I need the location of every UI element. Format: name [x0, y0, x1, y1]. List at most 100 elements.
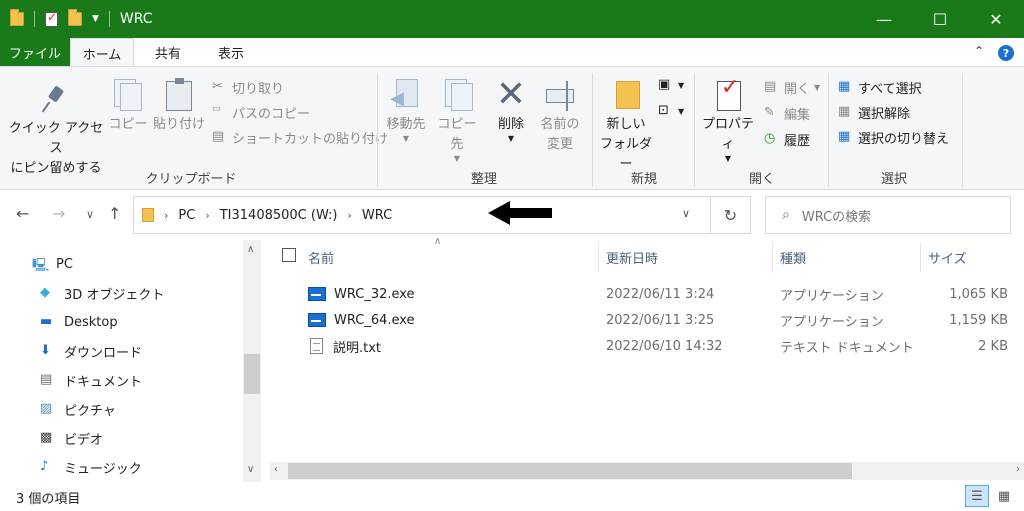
tab-view[interactable]: 表示 — [203, 38, 259, 67]
edit-icon: ✎ — [764, 105, 775, 120]
scroll-down-icon[interactable]: ∨ — [247, 464, 254, 475]
tab-home[interactable]: ホーム — [70, 38, 134, 67]
breadcrumb-pc[interactable]: PC — [178, 208, 195, 223]
column-header-size[interactable]: サイズ — [920, 240, 967, 274]
copy-button[interactable]: コピー — [108, 79, 148, 135]
sidebar-item-label: 3D オブジェクト — [64, 287, 165, 303]
help-icon[interactable]: ? — [998, 45, 1014, 61]
group-divider — [694, 73, 695, 187]
cut-button[interactable]: ✂ 切り取り — [212, 77, 284, 97]
tab-file[interactable]: ファイル — [0, 38, 70, 67]
file-modified: 2022/06/11 3:24 — [606, 286, 715, 302]
file-row[interactable]: 説明.txt 2022/06/10 14:32 テキスト ドキュメント 2 KB — [270, 333, 1024, 359]
divider — [108, 11, 110, 27]
scroll-right-icon[interactable]: › — [1016, 464, 1020, 475]
scroll-left-icon[interactable]: ‹ — [274, 464, 278, 475]
open-button[interactable]: ▤ 開く ▼ — [764, 77, 820, 97]
file-list-horizontal-scrollbar[interactable]: ‹ › — [270, 462, 1024, 480]
breadcrumb-wrc[interactable]: WRC — [362, 208, 392, 223]
file-row[interactable]: WRC_32.exe 2022/06/11 3:24 アプリケーション 1,06… — [270, 281, 1024, 307]
pin-label-line1: クイック アクセス — [8, 121, 104, 156]
invert-selection-button[interactable]: ▦ 選択の切り替え — [838, 127, 949, 147]
window-controls: — ☐ ✕ — [856, 0, 1024, 38]
paste-label: 貼り付け — [152, 117, 205, 132]
breadcrumb-drive[interactable]: TI31408500C (W:) — [220, 208, 338, 223]
new-folder-button[interactable]: 新しい フォルダー — [596, 79, 656, 175]
pin-to-quick-access-button[interactable]: クイック アクセス にピン留めする — [6, 81, 106, 179]
sidebar-item-documents[interactable]: ▤ ドキュメント — [40, 368, 142, 392]
details-view-button[interactable]: ☰ — [965, 485, 989, 507]
address-history-chevron-icon[interactable]: ∨ — [682, 207, 690, 220]
breadcrumb-chevron-icon[interactable]: › — [205, 209, 209, 222]
minimize-button[interactable]: — — [856, 0, 912, 38]
chevron-down-icon: ▼ — [507, 134, 515, 143]
customize-toolbar-icon[interactable]: ▼ — [92, 14, 99, 24]
file-list-header: 名前 更新日時 種類 サイズ — [270, 240, 1024, 274]
navigation-pane-scrollbar[interactable]: ∧ ∨ — [243, 240, 261, 482]
select-all-checkbox[interactable] — [282, 248, 296, 262]
address-bar[interactable]: › PC › TI31408500C (W:) › WRC — [133, 196, 711, 234]
scrollbar-thumb[interactable] — [288, 463, 852, 479]
column-header-name[interactable]: 名前 — [300, 240, 334, 274]
breadcrumb-chevron-icon[interactable]: › — [164, 209, 168, 222]
sidebar-item-label: Desktop — [64, 314, 118, 330]
copy-to-button[interactable]: コピー先 ▼ — [432, 79, 482, 163]
select-all-button[interactable]: ▦ すべて選択 — [838, 77, 922, 97]
file-type: アプリケーション — [780, 288, 884, 304]
search-box[interactable]: ⌕ WRCの検索 — [765, 196, 1011, 234]
copy-path-button[interactable]: ▭ パスのコピー — [212, 102, 310, 122]
new-folder-icon[interactable] — [68, 9, 82, 26]
move-to-button[interactable]: ◀ 移動先 ▼ — [382, 79, 430, 143]
forward-arrow-icon[interactable]: → — [52, 204, 65, 223]
sidebar-item-videos[interactable]: ▩ ビデオ — [40, 426, 103, 450]
sidebar-item-label: ミュージック — [64, 461, 142, 477]
sidebar-item-desktop[interactable]: ▬ Desktop — [40, 310, 118, 334]
paste-button[interactable]: 貼り付け — [152, 78, 206, 135]
select-none-button[interactable]: ▦ 選択解除 — [838, 102, 910, 122]
divider — [34, 11, 35, 27]
sidebar-item-label: ビデオ — [64, 432, 104, 448]
chevron-down-icon: ▼ — [402, 134, 410, 143]
close-button[interactable]: ✕ — [968, 0, 1024, 38]
paste-shortcut-button[interactable]: ▤ ショートカットの貼り付け — [212, 127, 388, 147]
up-arrow-icon[interactable]: ↑ — [108, 204, 121, 223]
paste-shortcut-label: ショートカットの貼り付け — [232, 131, 389, 147]
properties-button[interactable]: プロパティ ▼ — [698, 78, 758, 163]
select-all-icon: ▦ — [838, 79, 851, 94]
pin-icon — [43, 87, 69, 113]
sidebar-item-downloads[interactable]: ⬇ ダウンロード — [40, 339, 142, 363]
chevron-down-icon: ▼ — [724, 154, 732, 163]
easy-access-button[interactable]: ⊡ ▼ — [658, 101, 684, 121]
delete-button[interactable]: ✕ 削除 ▼ — [490, 77, 532, 143]
scrollbar-thumb[interactable] — [244, 354, 260, 394]
sidebar-item-pc[interactable]: 🖳 PC — [32, 252, 73, 276]
large-icons-view-button[interactable]: ▦ — [992, 485, 1016, 507]
new-item-button[interactable]: ▣ ▼ — [658, 75, 684, 95]
scissors-icon: ✂ — [212, 79, 223, 94]
collapse-ribbon-icon[interactable]: ⌃ — [974, 44, 984, 58]
quick-access-toolbar: ▼ — [0, 9, 110, 27]
file-modified: 2022/06/10 14:32 — [606, 338, 723, 354]
file-row[interactable]: WRC_64.exe 2022/06/11 3:25 アプリケーション 1,15… — [270, 307, 1024, 333]
open-group-label: 開く — [748, 172, 775, 187]
tab-share[interactable]: 共有 — [140, 38, 196, 67]
properties-icon[interactable] — [45, 10, 58, 27]
back-arrow-icon[interactable]: ← — [16, 204, 29, 223]
chevron-down-icon: ▼ — [453, 154, 461, 163]
column-header-modified[interactable]: 更新日時 — [598, 240, 658, 274]
breadcrumb-chevron-icon[interactable]: › — [348, 209, 352, 222]
recent-locations-chevron-icon[interactable]: ∨ — [86, 208, 94, 221]
sidebar-item-pictures[interactable]: ▨ ピクチャ — [40, 397, 116, 421]
maximize-button[interactable]: ☐ — [912, 0, 968, 38]
history-button[interactable]: ◷ 履歴 — [764, 129, 810, 149]
rename-button[interactable]: 名前の 変更 — [536, 79, 584, 155]
details-view-icon: ☰ — [971, 488, 983, 504]
edit-button[interactable]: ✎ 編集 — [764, 103, 810, 123]
navigation-pane: 🖳 PC ◆ 3D オブジェクト ▬ Desktop ⬇ ダウンロード ▤ ドキ… — [0, 240, 262, 482]
column-header-type[interactable]: 種類 — [772, 240, 806, 274]
refresh-button[interactable]: ↻ — [711, 196, 751, 234]
sidebar-item-music[interactable]: ♪ ミュージック — [40, 455, 142, 479]
select-none-label: 選択解除 — [858, 106, 911, 122]
scroll-up-icon[interactable]: ∧ — [247, 244, 254, 255]
sidebar-item-3d-objects[interactable]: ◆ 3D オブジェクト — [40, 281, 164, 305]
